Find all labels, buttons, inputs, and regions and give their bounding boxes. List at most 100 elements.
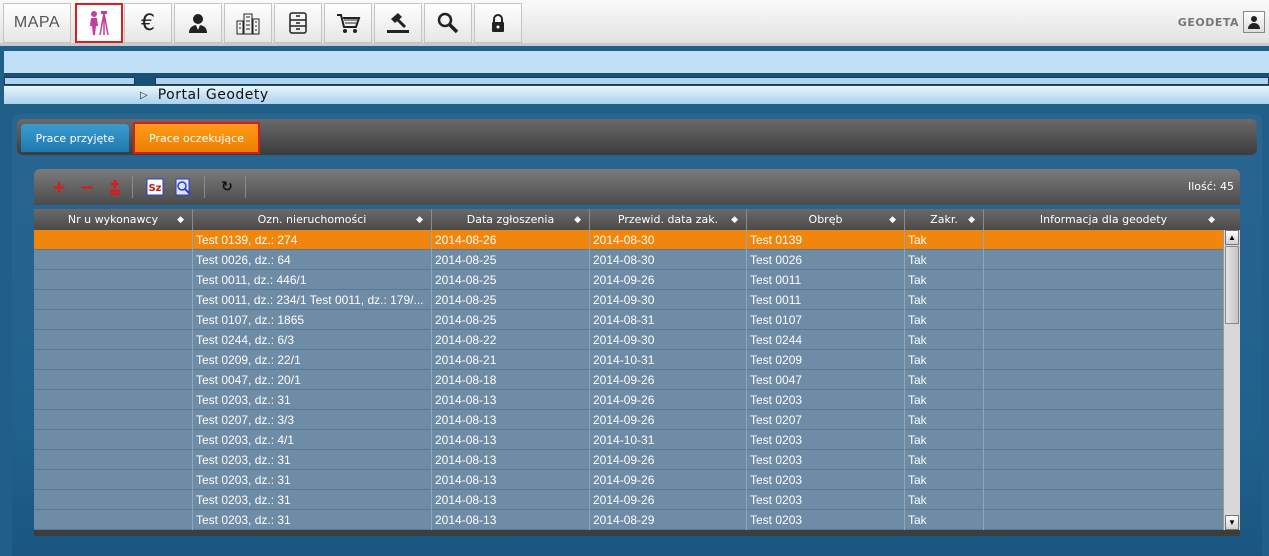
table-row[interactable]: Test 0203, dz.: 4/1 2014-08-13 2014-10-31 T…: [34, 430, 1223, 450]
cell-scope: Tak: [905, 410, 984, 430]
cell-precinct: Test 0203: [747, 450, 905, 470]
cell-contractor-number: [34, 290, 193, 310]
edit-icon[interactable]: [106, 178, 124, 196]
cell-precinct: Test 0011: [747, 270, 905, 290]
sort-icon[interactable]: ◆: [1208, 215, 1215, 225]
lock-icon[interactable]: [474, 3, 522, 43]
table-row[interactable]: Test 0011, dz.: 446/1 2014-08-25 2014-09-2…: [34, 270, 1223, 290]
buildings-icon[interactable]: [224, 3, 272, 43]
map-button[interactable]: MAPA: [3, 3, 71, 43]
cell-property: Test 0139, dz.: 274: [193, 230, 432, 250]
remove-icon[interactable]: −: [78, 177, 96, 198]
cell-property: Test 0203, dz.: 31: [193, 470, 432, 490]
vertical-scrollbar[interactable]: ▲ ▼: [1223, 230, 1240, 530]
cell-precinct: Test 0203: [747, 390, 905, 410]
cart-icon[interactable]: [324, 3, 372, 43]
breadcrumb: ▷ Portal Geodety: [4, 86, 1269, 104]
sort-icon[interactable]: ◆: [968, 215, 975, 225]
cell-info: [984, 230, 1223, 250]
gavel-icon[interactable]: [374, 3, 422, 43]
cell-property: Test 0047, dz.: 20/1: [193, 370, 432, 390]
col-header-label: Informacja dla geodety: [1039, 213, 1168, 226]
table-header: Nr u wykonawcy ◆ Ozn. nieruchomości ◆ Data…: [34, 209, 1240, 230]
table-row[interactable]: Test 0244, dz.: 6/3 2014-08-22 2014-09-30 T…: [34, 330, 1223, 350]
cell-scope: Tak: [905, 310, 984, 330]
cell-submission-date: 2014-08-22: [432, 330, 590, 350]
search-icon[interactable]: [424, 3, 472, 43]
col-header-info[interactable]: Informacja dla geodety ◆: [984, 209, 1223, 230]
table-row[interactable]: Test 0203, dz.: 31 2014-08-13 2014-09-26 Te…: [34, 470, 1223, 490]
table-row[interactable]: Test 0207, dz.: 3/3 2014-08-13 2014-09-26 T…: [34, 410, 1223, 430]
col-header-precinct[interactable]: Obręb ◆: [747, 209, 905, 230]
cell-submission-date: 2014-08-13: [432, 390, 590, 410]
cell-precinct: Test 0209: [747, 350, 905, 370]
user-name: GEODETA: [1177, 15, 1239, 29]
sort-icon[interactable]: ◆: [889, 215, 896, 225]
col-header-contractor-number[interactable]: Nr u wykonawcy ◆: [34, 209, 193, 230]
sort-icon[interactable]: ◆: [731, 215, 738, 225]
cell-expected-date: 2014-09-26: [590, 410, 747, 430]
add-icon[interactable]: +: [50, 177, 68, 198]
surveyor-icon[interactable]: [75, 3, 123, 43]
page-title: Portal Geodety: [157, 87, 269, 103]
col-header-submission-date[interactable]: Data zgłoszenia ◆: [432, 209, 590, 230]
grid-footer: [34, 530, 1240, 536]
sort-icon[interactable]: ◆: [574, 215, 581, 225]
cell-scope: Tak: [905, 330, 984, 350]
grid-panel: + − Sz ↻ Ilość: 45 Nr u wykonawcy ◆ Ozn. …: [34, 169, 1240, 543]
table-row[interactable]: Test 0026, dz.: 64 2014-08-25 2014-08-30 Te…: [34, 250, 1223, 270]
cell-property: Test 0011, dz.: 234/1 Test 0011, dz.: 17…: [193, 290, 432, 310]
euro-icon[interactable]: €: [124, 3, 172, 43]
tab-pending-works[interactable]: Prace oczekujące: [133, 122, 260, 154]
cell-info: [984, 470, 1223, 490]
refresh-icon[interactable]: ↻: [218, 178, 236, 196]
divider-bar: [4, 73, 1269, 86]
cell-scope: Tak: [905, 230, 984, 250]
divider-left: [4, 77, 135, 85]
cell-precinct: Test 0244: [747, 330, 905, 350]
cell-expected-date: 2014-10-31: [590, 430, 747, 450]
person-icon[interactable]: [174, 3, 222, 43]
table-row[interactable]: Test 0139, dz.: 274 2014-08-26 2014-08-30 T…: [34, 230, 1223, 250]
sort-icon[interactable]: ◆: [416, 215, 423, 225]
table-row[interactable]: Test 0203, dz.: 31 2014-08-13 2014-08-29 Te…: [34, 510, 1223, 530]
cell-property: Test 0203, dz.: 31: [193, 490, 432, 510]
cell-expected-date: 2014-09-26: [590, 490, 747, 510]
table-row[interactable]: Test 0047, dz.: 20/1 2014-08-18 2014-09-26…: [34, 370, 1223, 390]
cell-property: Test 0244, dz.: 6/3: [193, 330, 432, 350]
cell-precinct: Test 0026: [747, 250, 905, 270]
user-icon[interactable]: [1243, 11, 1265, 33]
table-row[interactable]: Test 0203, dz.: 31 2014-08-13 2014-09-26 Te…: [34, 390, 1223, 410]
col-header-label: Obręb: [808, 213, 843, 226]
col-header-scope[interactable]: Zakr. ◆: [905, 209, 984, 230]
tab-accepted-works[interactable]: Prace przyjęte: [21, 124, 129, 152]
cell-scope: Tak: [905, 370, 984, 390]
table-row[interactable]: Test 0011, dz.: 234/1 Test 0011, dz.: 17…: [34, 290, 1223, 310]
cabinet-icon[interactable]: [274, 3, 322, 43]
cell-scope: Tak: [905, 390, 984, 410]
toolbar-separator: [204, 176, 205, 198]
table-row[interactable]: Test 0203, dz.: 31 2014-08-13 2014-09-26 Te…: [34, 450, 1223, 470]
tabs-bar: Prace przyjęte Prace oczekujące: [17, 119, 1257, 155]
table-body: Test 0203, dz.: 31 2014-08-13 2014-08-29 Te…: [34, 230, 1240, 530]
user-area: GEODETA: [1178, 10, 1265, 34]
scroll-thumb[interactable]: [1225, 246, 1239, 324]
sort-icon[interactable]: ◆: [177, 215, 184, 225]
scroll-up-icon[interactable]: ▲: [1225, 230, 1239, 245]
cell-submission-date: 2014-08-13: [432, 430, 590, 450]
cell-property: Test 0011, dz.: 446/1: [193, 270, 432, 290]
cell-submission-date: 2014-08-13: [432, 510, 590, 530]
grid-toolbar: + − Sz ↻ Ilość: 45: [34, 169, 1240, 205]
scroll-down-icon[interactable]: ▼: [1225, 515, 1239, 530]
table-row[interactable]: Test 0107, dz.: 1865 2014-08-25 2014-08-31…: [34, 310, 1223, 330]
cell-submission-date: 2014-08-26: [432, 230, 590, 250]
col-header-expected-date[interactable]: Przewid. data zak. ◆: [590, 209, 747, 230]
table-row[interactable]: Test 0209, dz.: 22/1 2014-08-21 2014-10-31…: [34, 350, 1223, 370]
preview-icon[interactable]: [174, 178, 192, 196]
sz-icon[interactable]: Sz: [146, 178, 164, 196]
table-row[interactable]: Test 0203, dz.: 31 2014-08-13 2014-09-26 Te…: [34, 490, 1223, 510]
col-header-property[interactable]: Ozn. nieruchomości ◆: [193, 209, 432, 230]
cell-precinct: Test 0011: [747, 290, 905, 310]
expand-triangle-icon[interactable]: ▷: [140, 90, 148, 101]
cell-precinct: Test 0047: [747, 370, 905, 390]
